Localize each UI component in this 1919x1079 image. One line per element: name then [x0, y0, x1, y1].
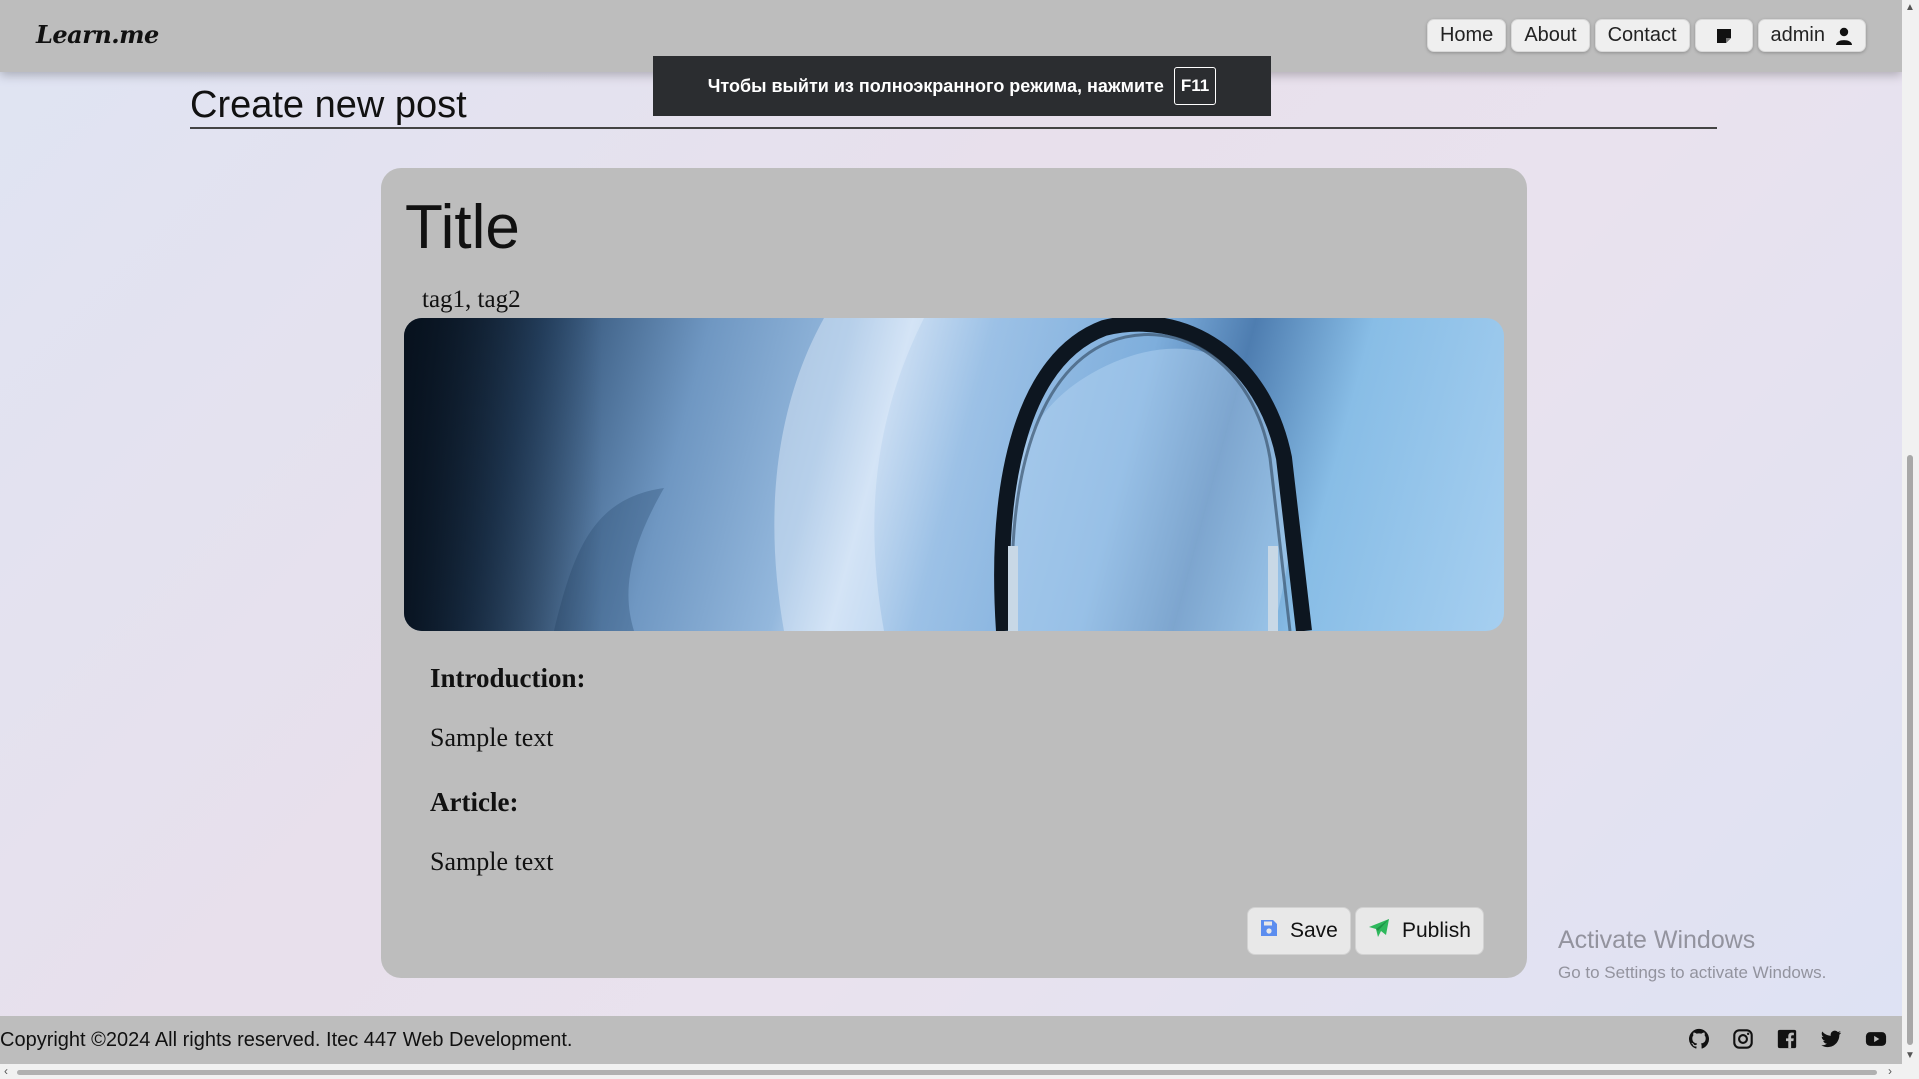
social-links — [1688, 1028, 1888, 1052]
post-title: Title — [405, 193, 520, 262]
youtube-icon[interactable] — [1864, 1028, 1888, 1052]
fullscreen-key-badge: F11 — [1173, 67, 1217, 105]
scroll-left-arrow-icon[interactable]: ‹ — [4, 1064, 8, 1078]
watermark-title: Activate Windows — [1558, 926, 1756, 954]
save-button[interactable]: Save — [1247, 907, 1351, 955]
article-heading: Article: — [430, 787, 519, 817]
user-name: admin — [1770, 24, 1825, 46]
publish-label: Publish — [1402, 919, 1471, 942]
fullscreen-notice-text: Чтобы выйти из полноэкранного режима, на… — [707, 75, 1164, 96]
fullscreen-exit-notice: Чтобы выйти из полноэкранного режима, на… — [653, 56, 1271, 116]
article-text: Sample text — [430, 847, 554, 876]
save-label: Save — [1290, 919, 1338, 942]
nav-buttons: Home About Contact admin — [1426, 19, 1866, 52]
post-tags: tag1, tag2 — [422, 286, 521, 313]
vertical-scrollbar[interactable]: ▲ ▼ — [1902, 0, 1919, 1079]
paper-plane-icon — [1368, 918, 1390, 944]
new-post-button[interactable] — [1694, 19, 1753, 52]
facebook-icon[interactable] — [1776, 1028, 1800, 1052]
vertical-scrollbar-thumb[interactable] — [1907, 455, 1913, 1045]
twitter-icon[interactable] — [1820, 1028, 1844, 1052]
watermark-subtitle: Go to Settings to activate Windows. — [1558, 963, 1827, 982]
page-title: Create new post — [190, 84, 467, 126]
windows-activation-watermark: Activate Windows Go to Settings to activ… — [1558, 926, 1826, 983]
nav-home-button[interactable]: Home — [1426, 19, 1507, 52]
horizontal-scrollbar-thumb[interactable] — [17, 1070, 1877, 1075]
copyright-text: Copyright ©2024 All rights reserved. Ite… — [0, 1029, 573, 1051]
post-hero-image — [404, 318, 1504, 631]
introduction-heading: Introduction: — [430, 663, 586, 693]
horizontal-scrollbar[interactable]: ‹ › — [0, 1064, 1902, 1079]
user-icon — [1835, 27, 1853, 45]
footer: Copyright ©2024 All rights reserved. Ite… — [0, 1016, 1902, 1064]
scroll-down-arrow-icon[interactable]: ▼ — [1905, 1050, 1915, 1061]
instagram-icon[interactable] — [1732, 1028, 1756, 1052]
floppy-disk-icon — [1260, 919, 1278, 943]
nav-about-button[interactable]: About — [1511, 19, 1590, 52]
sticky-note-icon — [1716, 28, 1732, 44]
nav-contact-button[interactable]: Contact — [1594, 19, 1690, 52]
brand-logo[interactable]: Learn.me — [36, 20, 159, 49]
user-menu-button[interactable]: admin — [1757, 19, 1866, 52]
publish-button[interactable]: Publish — [1355, 907, 1484, 955]
github-icon[interactable] — [1688, 1028, 1712, 1052]
introduction-text: Sample text — [430, 723, 554, 752]
post-preview-card: Title tag1, tag2 Introduction: Sample te… — [381, 168, 1527, 978]
scroll-up-arrow-icon[interactable]: ▲ — [1905, 2, 1915, 13]
scroll-right-arrow-icon[interactable]: › — [1888, 1064, 1892, 1078]
heading-divider — [190, 127, 1717, 129]
